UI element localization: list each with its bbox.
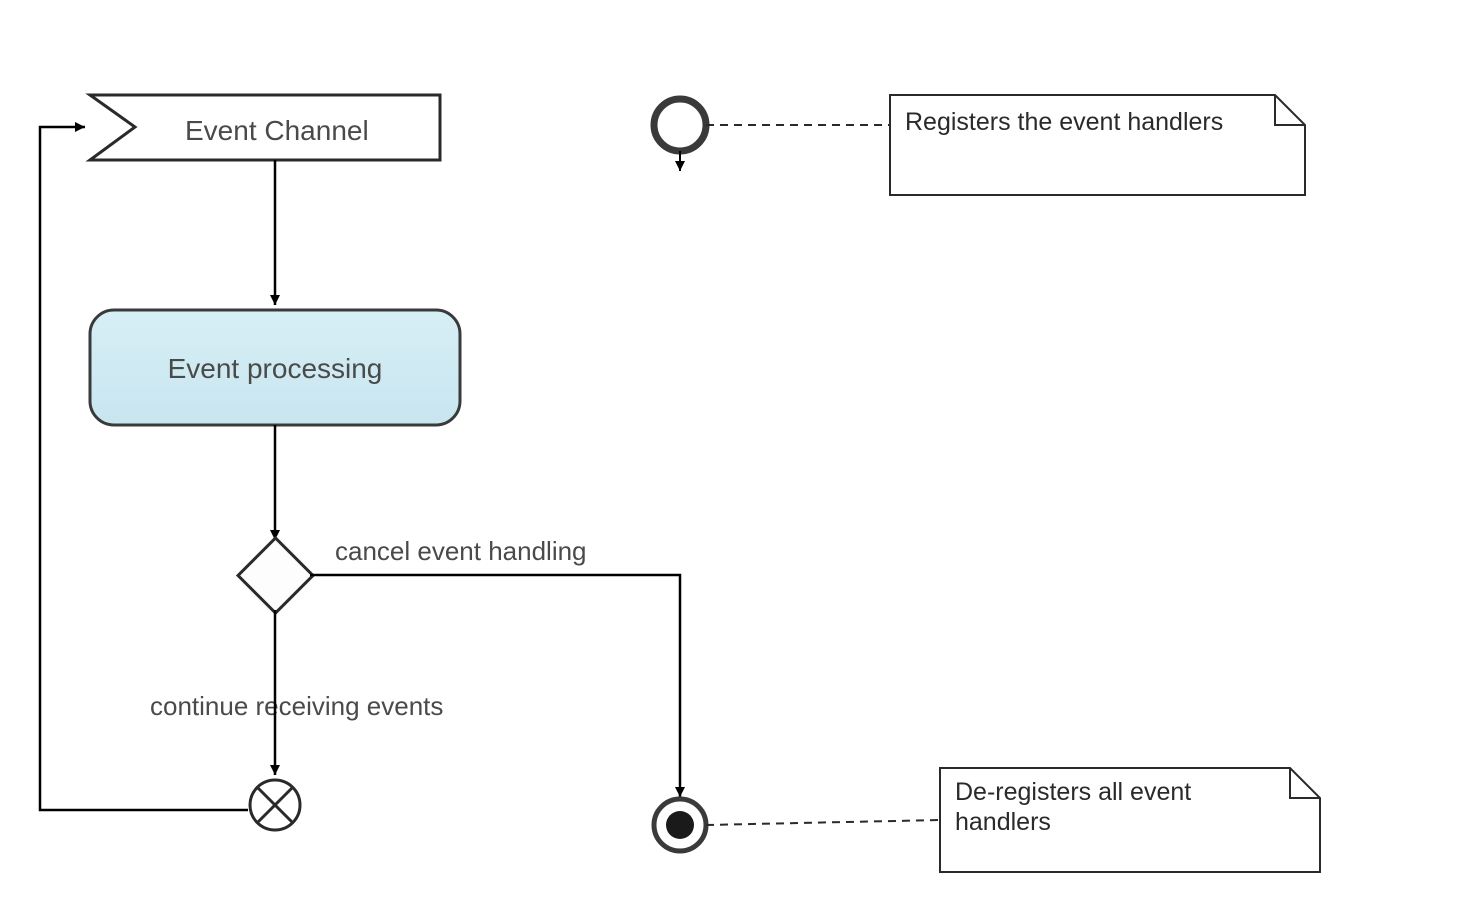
note-deregister: De-registers all event handlers xyxy=(940,768,1320,872)
activity-label: Event processing xyxy=(168,353,383,384)
activity-final-node xyxy=(654,799,706,851)
note-register-text: Registers the event handlers xyxy=(905,108,1223,136)
start-node xyxy=(654,99,706,151)
label-continue: continue receiving events xyxy=(150,691,443,721)
decision-node xyxy=(238,538,313,613)
signal-event-channel: Event Channel xyxy=(90,95,440,160)
flow-final-node xyxy=(250,780,300,830)
activity-event-processing: Event processing xyxy=(90,310,460,425)
activity-diagram: Registers the event handlers Event Chann… xyxy=(0,0,1458,918)
edge-decision-cancel xyxy=(310,575,680,797)
note-connector-deregister xyxy=(706,820,940,825)
note-deregister-text-1: De-registers all event xyxy=(955,778,1191,806)
note-register: Registers the event handlers xyxy=(890,95,1305,195)
note-deregister-text-2: handlers xyxy=(955,808,1051,836)
signal-label: Event Channel xyxy=(185,115,369,146)
label-cancel: cancel event handling xyxy=(335,536,587,566)
